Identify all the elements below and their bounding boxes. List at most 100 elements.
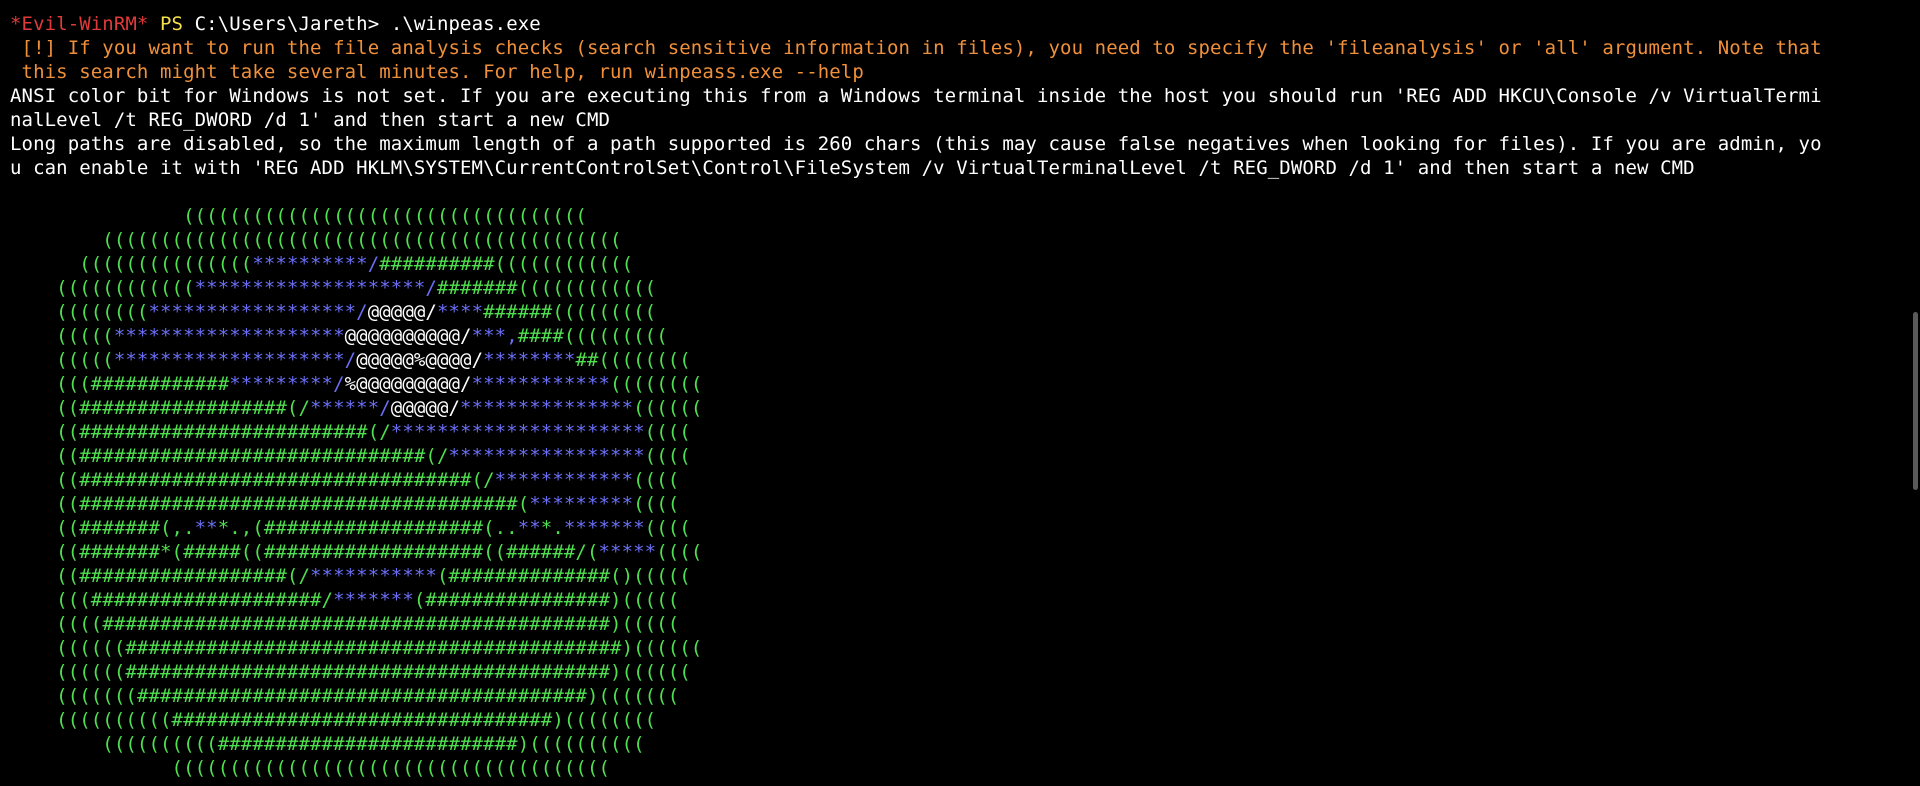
ascii-art-line: ((#######(,.***.,(###################(..… xyxy=(10,516,1890,540)
ascii-art-line: ((((((((((((********************/#######… xyxy=(10,276,1890,300)
ascii-art-segment: ******/ xyxy=(310,397,391,419)
ascii-art-line: ((##################(/******/@@@@@/*****… xyxy=(10,396,1890,420)
warning-line: [!] If you want to run the file analysis… xyxy=(10,37,1822,59)
ascii-art-segment: (((((((((( xyxy=(10,709,172,731)
ascii-art-line: ((((####################################… xyxy=(10,612,1890,636)
ascii-art-segment: *. xyxy=(540,517,564,539)
ascii-art-segment: ##(((((((( xyxy=(575,349,691,371)
ascii-art-line: ((##################(/***********(######… xyxy=(10,564,1890,588)
ascii-art-segment: (( xyxy=(10,517,80,539)
ascii-art-segment: ########################################… xyxy=(125,637,703,659)
ascii-art-segment: *********** xyxy=(310,565,437,587)
terminal-output: *Evil-WinRM* PS C:\Users\Jareth> .\winpe… xyxy=(10,12,1890,780)
ascii-art-line: (((((((#################################… xyxy=(10,684,1890,708)
ascii-art-segment: ######((((((((( xyxy=(483,301,657,323)
vertical-scrollbar[interactable] xyxy=(1908,0,1920,786)
ascii-art-segment: (((((( xyxy=(10,637,126,659)
ascii-art-line: ((((((((((((((((((((((((((((((((((( xyxy=(10,204,1890,228)
ascii-art-segment: ((( xyxy=(10,589,91,611)
ascii-art-segment: ((((((((((((((((((((((((((((((((((((((((… xyxy=(10,229,622,251)
ascii-art-segment: ********************/ xyxy=(194,277,437,299)
ascii-art-segment: ******* xyxy=(333,589,414,611)
ascii-art-line: ((######################################… xyxy=(10,492,1890,516)
ascii-art-segment: ******* xyxy=(563,517,645,539)
ascii-art-segment: (( xyxy=(10,541,80,563)
terminal-window[interactable]: *Evil-WinRM* PS C:\Users\Jareth> .\winpe… xyxy=(0,0,1920,786)
ascii-art-segment: (((((((( xyxy=(610,373,703,395)
ascii-art-segment: #######(,. xyxy=(79,517,195,539)
ascii-art-segment: ((((( xyxy=(10,349,114,371)
ascii-art-line: (((############*********/%@@@@@@@@@/****… xyxy=(10,372,1890,396)
ascii-art-segment: ########################################… xyxy=(125,661,691,683)
ascii-art-segment: ((((((( xyxy=(10,685,137,707)
prompt-shell: PS xyxy=(160,13,184,35)
ascii-art-segment: #########################(/ xyxy=(79,421,391,443)
scrollbar-thumb[interactable] xyxy=(1913,312,1918,490)
ascii-art-segment: *********/ xyxy=(229,373,345,395)
ascii-art-segment: ********************** xyxy=(390,421,645,443)
ascii-art-line: ((((((((((((((((((((((((((((((((((((((((… xyxy=(10,228,1890,252)
ascii-art-line: (((((((((((((((((((((((((((((((((((((( xyxy=(10,756,1890,780)
prompt-line: *Evil-WinRM* PS C:\Users\Jareth> .\winpe… xyxy=(10,12,1890,36)
ascii-art-segment: (( xyxy=(10,565,80,587)
ascii-art-segment: ((((((((((((((((((((((((((((((((((( xyxy=(10,205,587,227)
ascii-art-line: ((#########################(/***********… xyxy=(10,420,1890,444)
ascii-art-segment: (((( xyxy=(633,469,680,491)
ascii-art-segment: ************ xyxy=(494,469,634,491)
ascii-art-segment: (( xyxy=(10,445,80,467)
ascii-art-segment: **** xyxy=(436,301,484,323)
ascii-art-line: (((####################/*******(########… xyxy=(10,588,1890,612)
ascii-art-segment: ####((((((((( xyxy=(517,325,668,347)
ascii-art-line: (((((********************@@@@@@@@@@/***,… xyxy=(10,324,1890,348)
ascii-art-segment: ##################(/ xyxy=(79,397,311,419)
ascii-art-line: ((#######*(#####((###################((#… xyxy=(10,540,1890,564)
ascii-art-segment: (##############()((((( xyxy=(436,565,691,587)
ascii-art-segment: (((((( xyxy=(633,397,703,419)
ascii-art-line: ((((((((((##############################… xyxy=(10,708,1890,732)
ascii-art-segment: (( xyxy=(10,421,80,443)
ascii-art-line: ((##############################(/******… xyxy=(10,444,1890,468)
ascii-art-segment: ************ xyxy=(471,373,611,395)
ascii-art-segment: (((( xyxy=(644,421,691,443)
ascii-art-segment: (( xyxy=(10,469,80,491)
warning-line: this search might take several minutes. … xyxy=(10,61,864,83)
ascii-art-segment: (((( xyxy=(656,541,703,563)
ascii-art-segment: #######*(#####(( xyxy=(79,541,264,563)
ascii-art-line: ((((((((((##########################)(((… xyxy=(10,732,1890,756)
ascii-art-segment: %@@@@@@@@@/ xyxy=(344,373,472,395)
ascii-art-segment: #################################)((((((… xyxy=(171,709,657,731)
ascii-art-segment: (((((((((((((((((((((((((((((((((((((( xyxy=(10,757,611,779)
ascii-art-segment: ********* xyxy=(529,493,634,515)
ascii-art-segment: @@@@@/ xyxy=(367,301,437,323)
ascii-art-segment: ##################(/ xyxy=(79,565,311,587)
ascii-art-segment: (( xyxy=(10,397,80,419)
ascii-art-segment: ##############################(/ xyxy=(79,445,449,467)
ascii-art-segment: @@@@@%@@@@/ xyxy=(356,349,484,371)
ascii-art-segment: (((( xyxy=(644,445,691,467)
ascii-art-line: ((((((##################################… xyxy=(10,636,1890,660)
ascii-art-segment: ##########(((((((((((( xyxy=(379,253,634,275)
ascii-art-segment: (((((((((((( xyxy=(10,277,195,299)
ascii-art-segment: (( xyxy=(10,493,80,515)
ascii-art-segment: ******** xyxy=(483,349,576,371)
ascii-art-segment: (################)((((( xyxy=(413,589,680,611)
ascii-art-segment: **********/ xyxy=(252,253,380,275)
prompt-path: C:\Users\Jareth> xyxy=(194,13,380,35)
ascii-art-segment: ###################(( xyxy=(263,541,507,563)
ansi-message-line: ANSI color bit for Windows is not set. I… xyxy=(10,85,1822,107)
ascii-art-segment: (((( xyxy=(10,613,103,635)
ascii-art-segment: ******************** xyxy=(113,325,345,347)
ascii-art-segment: @@@@@@@@@@/ xyxy=(344,325,472,347)
ascii-art-segment: ##################################(/ xyxy=(79,469,495,491)
prompt-session: *Evil-WinRM* xyxy=(10,13,149,35)
ascii-art-line: ((((((((******************/@@@@@/****###… xyxy=(10,300,1890,324)
ascii-art-segment: ##########################)(((((((((( xyxy=(217,733,645,755)
ascii-art-segment: (((((((((( xyxy=(10,733,218,755)
ascii-art-segment: ############ xyxy=(90,373,230,395)
ascii-art-line: ((((((##################################… xyxy=(10,660,1890,684)
ascii-art-segment: @@@@@/ xyxy=(390,397,461,419)
ascii-art-segment: ###################(.. xyxy=(263,517,518,539)
ascii-art-segment: ******************/ xyxy=(148,301,368,323)
ascii-art-line: (((((((((((((((**********/##########((((… xyxy=(10,252,1890,276)
